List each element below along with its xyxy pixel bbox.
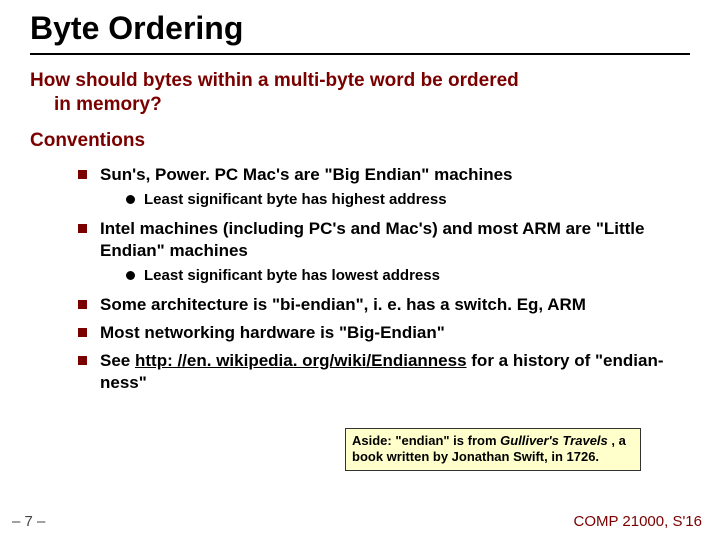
subbullet-little-endian-desc: Least significant byte has lowest addres…	[126, 266, 690, 286]
bullet-big-endian: Sun's, Power. PC Mac's are "Big Endian" …	[78, 164, 690, 210]
aside-prefix: Aside: "endian" is from	[352, 433, 500, 448]
bullet-list: Sun's, Power. PC Mac's are "Big Endian" …	[30, 164, 690, 394]
bullet-networking: Most networking hardware is "Big-Endian"	[78, 322, 690, 344]
subbullet-big-endian-desc: Least significant byte has highest addre…	[126, 190, 690, 210]
question-heading: How should bytes within a multi-byte wor…	[30, 69, 690, 117]
bullet-bi-endian: Some architecture is "bi-endian", i. e. …	[78, 294, 690, 316]
aside-title: Gulliver's Travels	[500, 433, 608, 448]
bullet-little-endian: Intel machines (including PC's and Mac's…	[78, 218, 690, 286]
bullet-see-prefix: See	[100, 351, 135, 370]
bullet-wikipedia: See http: //en. wikipedia. org/wiki/Endi…	[78, 350, 690, 394]
aside-box: Aside: "endian" is from Gulliver's Trave…	[345, 428, 641, 471]
question-line1: How should bytes within a multi-byte wor…	[30, 70, 519, 91]
wikipedia-link[interactable]: http: //en. wikipedia. org/wiki/Endianne…	[135, 351, 467, 370]
page-number: – 7 –	[12, 513, 45, 530]
conventions-heading: Conventions	[30, 129, 690, 153]
bullet-text: Intel machines (including PC's and Mac's…	[100, 219, 645, 260]
course-label: COMP 21000, S'16	[574, 513, 703, 530]
bullet-text: Sun's, Power. PC Mac's are "Big Endian" …	[100, 165, 513, 184]
title-rule	[30, 53, 690, 55]
question-line2: in memory?	[30, 93, 690, 117]
slide-title: Byte Ordering	[30, 10, 690, 47]
